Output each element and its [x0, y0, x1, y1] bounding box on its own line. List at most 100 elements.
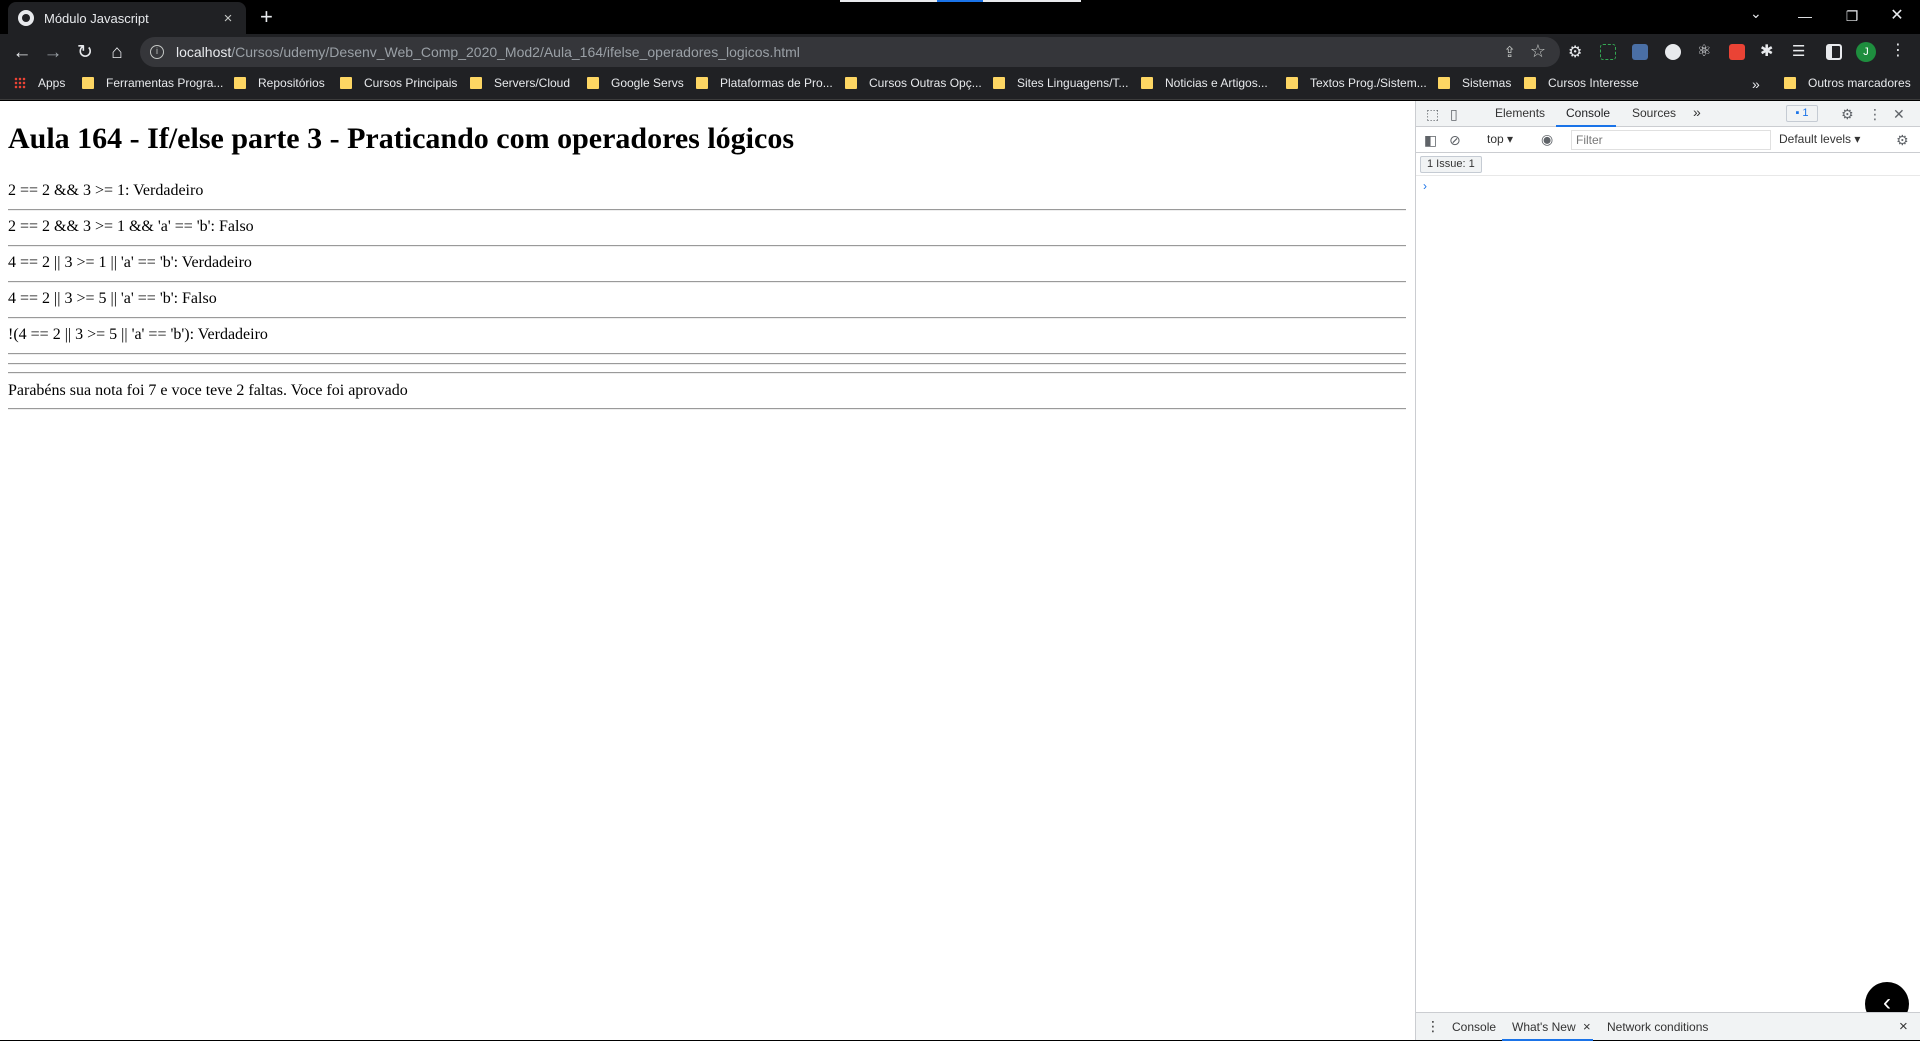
bookmarks-bar: Apps Ferramentas Progra... Repositórios … — [0, 70, 1920, 100]
new-tab-button[interactable]: + — [260, 6, 273, 28]
console-filter-input[interactable] — [1571, 130, 1771, 150]
bookmark-folder[interactable]: Sistemas — [1438, 76, 1511, 90]
browser-toolbar: ← → ↻ ⌂ i localhost/Cursos/udemy/Desenv_… — [0, 34, 1920, 70]
settings-gear-icon[interactable]: ⚙ — [1841, 106, 1854, 123]
tab-elements[interactable]: Elements — [1495, 106, 1545, 120]
reading-list-icon[interactable]: ☰ — [1792, 42, 1808, 60]
top-stripe-accent — [937, 0, 983, 2]
eye-icon[interactable]: ◉ — [1541, 131, 1553, 148]
bookmark-folder[interactable]: Servers/Cloud — [470, 76, 570, 90]
restore-button[interactable]: ❐ — [1832, 4, 1872, 28]
bookmark-folder[interactable]: Cursos Interesse — [1524, 76, 1639, 90]
monitor-extension-icon[interactable] — [1632, 44, 1648, 60]
issues-chip[interactable]: 1 Issue: 1 — [1420, 156, 1482, 173]
red-extension-icon[interactable] — [1729, 44, 1745, 60]
bookmark-folder[interactable]: Noticias e Artigos... — [1141, 76, 1268, 90]
result-line: !(4 == 2 || 3 >= 5 || 'a' == 'b'): Verda… — [8, 326, 268, 343]
globe-icon — [18, 10, 34, 26]
clear-console-icon[interactable]: ⊘ — [1449, 132, 1461, 149]
log-levels-dropdown[interactable]: Default levels ▾ — [1779, 132, 1860, 146]
circle-extension-icon[interactable] — [1665, 44, 1681, 60]
address-bar[interactable]: i localhost/Cursos/udemy/Desenv_Web_Comp… — [140, 37, 1560, 67]
folder-icon — [1141, 77, 1153, 89]
more-options-icon[interactable]: ⋮ — [1868, 106, 1882, 123]
divider — [8, 281, 1406, 283]
url-path: /Cursos/udemy/Desenv_Web_Comp_2020_Mod2/… — [231, 44, 800, 60]
bookmark-star-icon[interactable]: ☆ — [1530, 41, 1546, 62]
url-host: localhost — [176, 44, 232, 60]
page-viewport: Aula 164 - If/else parte 3 - Praticando … — [0, 101, 1415, 1040]
result-line: 2 == 2 && 3 >= 1: Verdadeiro — [8, 182, 204, 199]
divider — [8, 372, 1406, 374]
chevron-down-icon[interactable]: ⌄ — [1750, 5, 1762, 22]
bookmark-folder[interactable]: Cursos Principais — [340, 76, 457, 90]
divider — [8, 245, 1406, 247]
console-settings-icon[interactable]: ⚙ — [1896, 132, 1909, 149]
minimize-button[interactable]: — — [1785, 4, 1825, 28]
forward-button[interactable]: → — [40, 40, 66, 66]
back-button[interactable]: ← — [9, 40, 35, 66]
close-devtools-icon[interactable]: ✕ — [1893, 106, 1905, 123]
folder-icon — [82, 77, 94, 89]
drawer-tab-console[interactable]: Console — [1452, 1020, 1496, 1034]
side-panel-icon[interactable] — [1826, 44, 1842, 60]
browser-tab[interactable]: Módulo Javascript × — [8, 2, 246, 34]
console-filterbar: ◧ ⊘ top ▾ ◉ Default levels ▾ ⚙ — [1416, 127, 1920, 153]
info-icon[interactable]: i — [150, 45, 164, 59]
puzzle-extensions-icon[interactable]: ✱ — [1760, 41, 1776, 60]
react-extension-icon[interactable]: ⚛ — [1697, 41, 1713, 60]
bookmark-folder[interactable]: Textos Prog./Sistem... — [1286, 76, 1427, 90]
drawer-tab-whats-new[interactable]: What's New — [1512, 1020, 1576, 1034]
other-bookmarks-folder[interactable]: Outros marcadores — [1784, 76, 1911, 90]
bookmark-folder[interactable]: Cursos Outras Opç... — [845, 76, 982, 90]
result-line: 4 == 2 || 3 >= 1 || 'a' == 'b': Verdadei… — [8, 254, 252, 271]
drawer-menu-icon[interactable]: ⋮ — [1426, 1018, 1440, 1035]
divider — [8, 363, 1406, 365]
tab-sources[interactable]: Sources — [1632, 106, 1676, 120]
devtools-tabbar: ⬚ ▯ Elements Console Sources » ▪ 1 ⚙ ⋮ ✕ — [1416, 101, 1920, 127]
gear-extension-icon[interactable]: ⚙ — [1568, 42, 1584, 61]
apps-grid-icon — [14, 77, 26, 89]
sidebar-toggle-icon[interactable]: ◧ — [1424, 132, 1437, 149]
result-message: Parabéns sua nota foi 7 e voce teve 2 fa… — [8, 382, 408, 399]
bookmark-folder[interactable]: Ferramentas Progra... — [82, 76, 223, 90]
device-toolbar-icon[interactable]: ▯ — [1450, 106, 1458, 123]
inspect-element-icon[interactable]: ⬚ — [1426, 106, 1439, 123]
context-selector[interactable]: top ▾ — [1487, 132, 1513, 146]
bookmark-folder[interactable]: Plataformas de Pro... — [696, 76, 833, 90]
folder-icon — [587, 77, 599, 89]
bookmark-folder[interactable]: Repositórios — [234, 76, 325, 90]
result-line: 2 == 2 && 3 >= 1 && 'a' == 'b': Falso — [8, 218, 254, 235]
folder-icon — [470, 77, 482, 89]
drawer-tab-close-icon[interactable]: × — [1583, 1019, 1591, 1034]
console-prompt[interactable]: › — [1423, 179, 1427, 193]
profile-avatar[interactable]: J — [1856, 42, 1876, 62]
share-icon[interactable]: ⇪ — [1503, 43, 1516, 61]
folder-icon — [234, 77, 246, 89]
folder-icon — [1784, 77, 1796, 89]
devtools-panel: ⬚ ▯ Elements Console Sources » ▪ 1 ⚙ ⋮ ✕… — [1415, 101, 1920, 1041]
tab-console[interactable]: Console — [1566, 106, 1610, 120]
close-drawer-icon[interactable]: × — [1899, 1018, 1908, 1035]
folder-icon — [1524, 77, 1536, 89]
close-window-button[interactable]: ✕ — [1877, 4, 1917, 28]
drawer-tab-network-conditions[interactable]: Network conditions — [1607, 1020, 1708, 1034]
divider — [8, 317, 1406, 319]
folder-icon — [1286, 77, 1298, 89]
bookmark-folder[interactable]: Google Servs — [587, 76, 684, 90]
more-tabs-button[interactable]: » — [1693, 104, 1701, 120]
screenshot-extension-icon[interactable] — [1600, 44, 1616, 60]
result-line: 4 == 2 || 3 >= 5 || 'a' == 'b': Falso — [8, 290, 217, 307]
folder-icon — [845, 77, 857, 89]
devtools-drawer-tabbar: ⋮ Console What's New × Network condition… — [1416, 1012, 1920, 1041]
home-button[interactable]: ⌂ — [104, 40, 130, 66]
bookmark-apps[interactable]: Apps — [14, 76, 65, 90]
bookmarks-overflow-button[interactable]: » — [1752, 76, 1760, 92]
tab-close-button[interactable]: × — [220, 10, 236, 27]
folder-icon — [1438, 77, 1450, 89]
issues-badge[interactable]: ▪ 1 — [1786, 105, 1818, 122]
bookmark-folder[interactable]: Sites Linguagens/T... — [993, 76, 1128, 90]
page-title: Aula 164 - If/else parte 3 - Praticando … — [8, 122, 794, 155]
more-menu-icon[interactable]: ⋮ — [1890, 40, 1906, 60]
reload-button[interactable]: ↻ — [72, 40, 98, 66]
